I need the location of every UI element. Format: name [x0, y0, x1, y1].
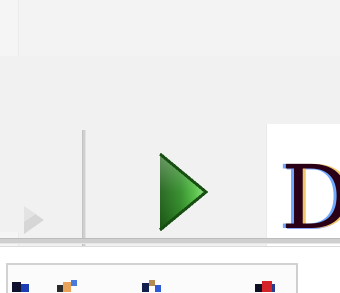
run-button[interactable]	[150, 148, 214, 236]
bottom-divider	[0, 238, 340, 244]
previous-button[interactable]	[6, 196, 50, 244]
user-icon	[56, 276, 78, 293]
bottom-strip	[0, 246, 340, 293]
tool-icon	[140, 276, 162, 293]
screen: D	[0, 0, 340, 293]
play-icon	[159, 152, 209, 232]
app-icon	[254, 276, 276, 293]
status-icon	[10, 276, 32, 293]
chevron-right-icon	[24, 206, 44, 234]
document-text: D	[281, 154, 340, 242]
top-chrome	[0, 0, 340, 57]
toolbar: D	[0, 56, 340, 276]
